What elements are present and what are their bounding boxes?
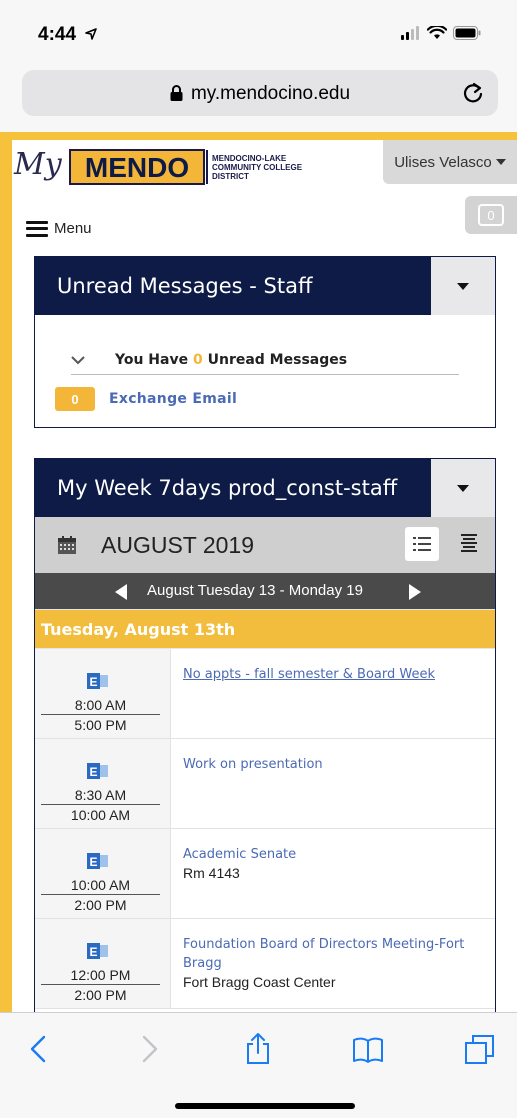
wifi-icon [427,26,447,39]
svg-text:E: E [89,945,97,959]
svg-text:MENDO: MENDO [85,152,189,183]
previous-week-arrow-icon[interactable] [115,584,127,600]
notifications-button[interactable]: 0 [465,196,517,234]
event-start-time: 12:00 PM [41,967,160,985]
event-row: E 12:00 PM 2:00 PM Foundation Board of D… [35,919,495,1009]
event-location: Rm 4143 [183,865,240,881]
portlet-title: Unread Messages - Staff [57,274,313,298]
event-start-time: 8:30 AM [41,787,160,805]
event-location: Fort Bragg Coast Center [183,974,336,990]
unread-messages-portlet: Unread Messages - Staff You Have 0 Unrea… [34,256,496,428]
event-row: E 10:00 AM 2:00 PM Academic Senate Rm 41… [35,829,495,919]
lock-icon [170,85,183,101]
bookmarks-icon[interactable] [352,1033,384,1065]
event-time: E 12:00 PM 2:00 PM [35,919,171,1008]
event-time: E 8:00 AM 5:00 PM [35,649,171,738]
event-row: E 8:00 AM 5:00 PM No appts - fall semest… [35,649,495,739]
portlet-options-button[interactable] [431,257,495,315]
user-name: Ulises Velasco [394,153,492,171]
list-icon [413,537,431,551]
svg-text:MENDOCINO-LAKE: MENDOCINO-LAKE [212,154,287,163]
event-end-time: 2:00 PM [74,897,127,913]
email-count-badge: 0 [55,387,95,411]
event-info: Foundation Board of Directors Meeting-Fo… [171,919,495,1008]
address-bar: my.mendocino.edu [0,62,517,132]
battery-icon [453,26,481,40]
portlet-title: My Week 7days prod_const-staff [57,476,398,500]
event-end-time: 2:00 PM [74,987,127,1003]
cellular-signal-icon [401,26,419,40]
caret-down-icon [457,282,469,290]
agenda-view-icon[interactable] [457,531,481,555]
menu-label: Menu [54,220,92,237]
reload-icon[interactable] [460,80,486,106]
svg-text:E: E [89,855,97,869]
unread-messages-toggle[interactable]: You Have 0 Unread Messages [71,345,459,375]
svg-text:E: E [89,675,97,689]
event-info: Academic Senate Rm 4143 [171,829,495,918]
back-icon[interactable] [24,1033,56,1065]
menu-button[interactable]: Menu [26,220,92,237]
status-bar: 4:44 [0,0,517,62]
exchange-email-link[interactable]: Exchange Email [109,391,237,407]
share-icon[interactable] [242,1033,274,1065]
url-field[interactable]: my.mendocino.edu [22,70,498,116]
week-navigation: August Tuesday 13 - Monday 19 [35,573,495,609]
status-time: 4:44 [38,24,98,46]
day-title: Tuesday, August 13th [41,620,236,639]
svg-text:My: My [13,147,63,182]
system-icons [401,26,481,40]
portlet-options-button[interactable] [431,459,495,517]
svg-text:COMMUNITY COLLEGE: COMMUNITY COLLEGE [212,163,303,172]
event-row: E 8:30 AM 10:00 AM Work on presentation [35,739,495,829]
caret-down-icon [495,159,506,165]
week-range: August Tuesday 13 - Monday 19 [147,582,363,599]
location-arrow-icon [85,28,98,40]
notification-count: 0 [478,204,504,226]
exchange-icon: E [87,943,108,959]
exchange-email-row: 0 Exchange Email [55,387,237,411]
caret-down-icon [457,484,469,492]
event-time: E 8:30 AM 10:00 AM [35,739,171,828]
exchange-icon: E [87,673,108,689]
tabs-icon[interactable] [464,1033,496,1065]
event-info: No appts - fall semester & Board Week [171,649,495,738]
home-indicator [175,1103,355,1109]
event-info: Work on presentation [171,739,495,828]
user-menu-button[interactable]: Ulises Velasco [383,140,517,184]
event-time: E 10:00 AM 2:00 PM [35,829,171,918]
event-end-time: 5:00 PM [74,717,127,733]
url-text: my.mendocino.edu [190,83,351,104]
exchange-icon: E [87,763,108,779]
event-start-time: 8:00 AM [41,697,160,715]
url-display: my.mendocino.edu [22,83,498,105]
svg-text:E: E [89,765,97,779]
web-page: My MENDO MENDOCINO-LAKE COMMUNITY COLLEG… [12,140,517,1012]
chevron-down-icon [71,355,85,364]
next-week-arrow-icon[interactable] [409,584,421,600]
calendar-month: AUGUST 2019 [101,532,254,558]
event-title-link[interactable]: Foundation Board of Directors Meeting-Fo… [183,935,483,973]
portlet-body: You Have 0 Unread Messages 0 Exchange Em… [35,315,495,427]
my-week-portlet: My Week 7days prod_const-staff AUGUST 20… [34,458,496,1012]
event-end-time: 10:00 AM [70,807,131,823]
svg-text:DISTRICT: DISTRICT [212,172,249,181]
event-start-time: 10:00 AM [41,877,160,895]
list-view-button[interactable] [405,527,439,561]
hamburger-icon [26,220,48,237]
event-title-link[interactable]: No appts - fall semester & Board Week [183,665,483,684]
calendar-toolbar: AUGUST 2019 [35,517,495,573]
day-header: Tuesday, August 13th [35,609,495,649]
event-title-link[interactable]: Academic Senate [183,845,483,864]
event-title-link[interactable]: Work on presentation [183,755,483,774]
exchange-icon: E [87,853,108,869]
mymendo-logo[interactable]: My MENDO MENDOCINO-LAKE COMMUNITY COLLEG… [12,142,342,194]
portlet-header: My Week 7days prod_const-staff [35,459,495,517]
portlet-header: Unread Messages - Staff [35,257,495,315]
forward-icon[interactable] [132,1033,164,1065]
browser-toolbar [0,1012,517,1118]
unread-summary: You Have 0 Unread Messages [115,351,348,368]
site-header: My MENDO MENDOCINO-LAKE COMMUNITY COLLEG… [12,140,517,250]
calendar-icon [58,536,76,554]
